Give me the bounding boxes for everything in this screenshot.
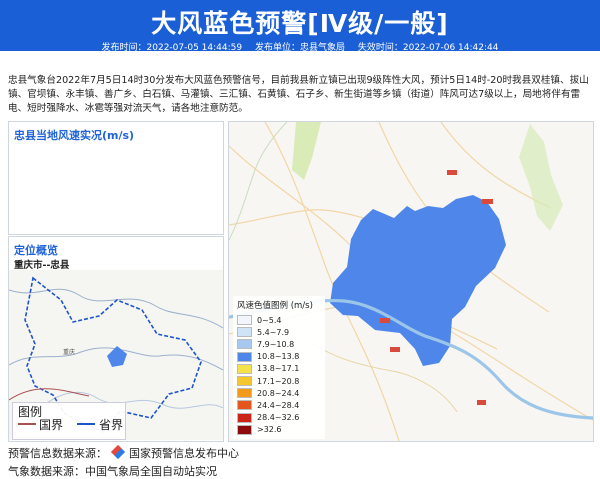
wind-legend-swatch xyxy=(237,327,252,338)
wind-legend-item: 5.4~7.9 xyxy=(237,326,325,338)
publish-time: 发布时间：2022-07-05 14:44:59 xyxy=(101,43,243,53)
location-name: 重庆市--忠县 xyxy=(14,260,70,271)
wind-legend-swatch xyxy=(237,339,252,350)
province-border-label: 省界 xyxy=(99,418,124,432)
wind-legend-label: 7.9~10.8 xyxy=(257,339,295,349)
wind-legend-swatch xyxy=(237,388,252,399)
wind-legend-title: 风速色值图例 (m/s) xyxy=(237,301,313,311)
wind-legend-item: 28.4~32.6 xyxy=(237,412,325,424)
overview-map-legend: 图例 国界 省界 xyxy=(12,402,126,440)
wind-legend-label: 24.4~28.4 xyxy=(257,400,300,410)
warning-meta: 发布时间：2022-07-05 14:44:59 发布单位：忠县气象局 失效时间… xyxy=(0,40,600,54)
wind-legend-label: 13.8~17.1 xyxy=(257,364,300,374)
warning-title: 大风蓝色预警[Ⅳ级/一般] xyxy=(151,9,449,38)
wind-legend-label: 5.4~7.9 xyxy=(257,327,290,337)
wind-legend-item: 10.8~13.8 xyxy=(237,351,325,363)
wind-legend-item: 13.8~17.1 xyxy=(237,363,325,375)
svg-text:重庆: 重庆 xyxy=(63,348,75,356)
wind-legend-swatch xyxy=(237,376,252,387)
data-source-line: 气象数据来源：中国气象局全国自动站实况 xyxy=(8,465,217,478)
wind-legend-item: 20.8~24.4 xyxy=(237,387,325,399)
wind-legend-swatch xyxy=(237,424,252,435)
wind-legend-label: 17.1~20.8 xyxy=(257,376,300,386)
country-border-line xyxy=(18,423,36,425)
wind-legend-label: 20.8~24.4 xyxy=(257,388,300,398)
wind-speed-legend: 风速色值图例 (m/s) 0~5.4 5.4~7.9 7.9~10.8 10.8~13… xyxy=(233,296,325,439)
province-border-line xyxy=(77,423,95,425)
wind-legend-item: 17.1~20.8 xyxy=(237,375,325,387)
wind-observation-panel: 忠县当地风速实况(m/s) xyxy=(8,121,224,235)
wind-legend-item: 7.9~10.8 xyxy=(237,338,325,350)
wind-legend-item: 0~5.4 xyxy=(237,314,325,326)
header-banner: 大风蓝色预警[Ⅳ级/一般] 发布时间：2022-07-05 14:44:59 发… xyxy=(0,0,600,54)
wind-legend-items: 0~5.4 5.4~7.9 7.9~10.8 10.8~13.8 13.8~17.1 17… xyxy=(233,314,325,436)
wind-legend-swatch xyxy=(237,351,252,362)
publisher: 发布单位：忠县气象局 xyxy=(254,43,345,53)
country-border-label: 国界 xyxy=(39,418,64,432)
wind-legend-swatch xyxy=(237,315,252,326)
source-logo-icon xyxy=(110,444,125,460)
wind-legend-swatch xyxy=(237,412,252,423)
wind-legend-label: 10.8~13.8 xyxy=(257,352,300,362)
locate-panel-title: 定位概览 xyxy=(14,244,58,257)
wind-legend-label: 28.4~32.6 xyxy=(257,413,300,423)
warning-content: 忠县气象台2022年7月5日14时30分发布大风蓝色预警信号，目前我县新立镇已出… xyxy=(8,75,589,114)
wind-legend-swatch xyxy=(237,363,252,374)
wind-legend-swatch xyxy=(237,400,252,411)
wind-legend-item: >32.6 xyxy=(237,424,325,436)
source-value: 国家预警信息发布中心 xyxy=(129,447,239,460)
wind-panel-title: 忠县当地风速实况(m/s) xyxy=(14,129,135,142)
wind-legend-label: 0~5.4 xyxy=(257,315,282,325)
wind-legend-label: >32.6 xyxy=(257,425,282,435)
expiry-time: 失效时间：2022-07-06 14:42:44 xyxy=(357,43,499,53)
source-label: 预警信息数据来源： xyxy=(8,447,107,460)
source-line: 预警信息数据来源： 国家预警信息发布中心 xyxy=(8,444,239,461)
wind-legend-item: 24.4~28.4 xyxy=(237,399,325,411)
